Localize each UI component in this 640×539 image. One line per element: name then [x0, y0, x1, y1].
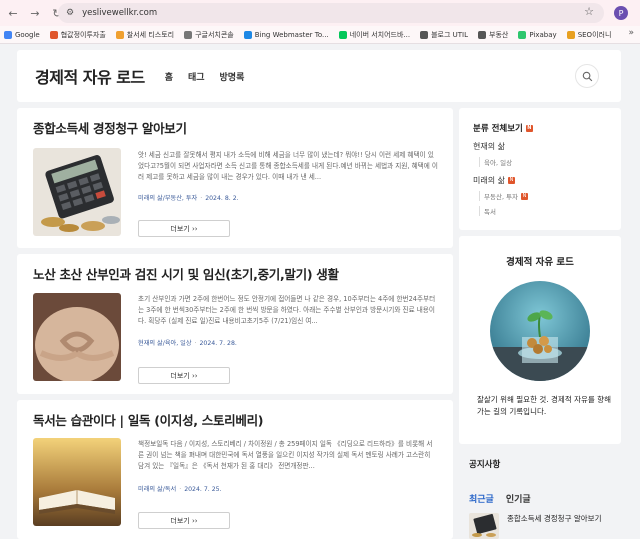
bookmark-item[interactable]: 부동산 — [478, 30, 508, 40]
post-excerpt: 앗! 세금 신고를 잘못해서 평지 내가 소득에 비해 세금을 너무 많이 냈는… — [138, 151, 438, 181]
category-future-life[interactable]: 미래의 삶N — [473, 175, 515, 186]
bookmarks-more-icon[interactable]: » — [628, 28, 634, 38]
read-more-button[interactable]: 더보기 ›› — [138, 220, 230, 237]
site-settings-icon[interactable]: ⚙ — [66, 8, 74, 18]
bookmark-label: 네이버 서치어드바... — [349, 30, 411, 39]
post-card: 노산 초산 산부인과 검진 시기 및 임신(초기,중기,말기) 생활 초기 산부… — [17, 254, 453, 394]
recent-post-item[interactable]: 종합소득세 경정청구 알아보기 — [469, 513, 619, 539]
bookmark-favicon-icon — [566, 30, 575, 39]
recent-post-thumbnail — [469, 513, 499, 539]
post-excerpt: 책정보일독 다음 / 이지성, 스토리베리 / 차이정원 / 총 259페이지 … — [138, 440, 433, 470]
blog-header: 경제적 자유 로드 홈 태그 방명록 — [17, 50, 621, 102]
post-thumbnail[interactable] — [33, 293, 121, 381]
forward-icon[interactable]: → — [26, 4, 44, 22]
url-text: yeslivewellkr.com — [82, 8, 158, 18]
post-title[interactable]: 독서는 습관이다 | 일독 (이지성, 스토리베리) — [33, 410, 264, 429]
post-date: 2024. 7. 28. — [199, 340, 237, 347]
post-date: 2024. 7. 25. — [184, 486, 222, 493]
menu-guestbook[interactable]: 방명록 — [220, 70, 245, 83]
bookmark-label: SEO이러니 — [577, 30, 612, 39]
bookmark-star-icon[interactable]: ☆ — [584, 5, 594, 18]
recent-post-title: 종합소득세 경정청구 알아보기 — [507, 514, 602, 523]
category-widget: 분류 전체보기 N 현재의 삶 육아, 일상 미래의 삶N 부동산, 투자 N 독서 — [459, 108, 621, 230]
bookmark-item[interactable]: 찰서세 티스토리 — [115, 30, 175, 40]
main-menu: 홈 태그 방명록 — [165, 70, 260, 83]
category-all[interactable]: 분류 전체보기 N — [473, 122, 533, 134]
profile-description: 잘살기 위해 필요한 것. 경제적 자유를 향해 가는 길의 기록입니다. — [477, 395, 611, 416]
bookmark-label: Bing Webmaster To... — [254, 30, 329, 39]
profile-title: 경제적 자유 로드 — [506, 257, 574, 268]
browser-toolbar: ← → ↻ ⚙ yeslivewellkr.com ☆ P — [0, 0, 640, 26]
bookmark-item[interactable]: SEO이러니 — [566, 30, 612, 40]
menu-home[interactable]: 홈 — [165, 70, 173, 83]
post-meta: 현재의 삶/육아, 일상 · 2024. 7. 28. — [138, 340, 237, 347]
new-badge-icon: N — [521, 192, 529, 200]
bookmark-item[interactable]: Pixabay — [518, 30, 557, 39]
search-button[interactable] — [575, 64, 599, 88]
bookmark-item[interactable]: 블로그 UTIL — [420, 30, 468, 40]
bookmark-label: 찰서세 티스토리 — [126, 30, 175, 39]
post-card: 독서는 습관이다 | 일독 (이지성, 스토리베리) 책정보일독 다음 / 이지… — [17, 400, 453, 539]
post-excerpt: 초기 산부인과 가면 2주에 한번어느 정도 안정기에 접어들면 나 같은 경우… — [138, 295, 436, 325]
post-date: 2024. 8. 2. — [205, 195, 239, 202]
bookmark-favicon-icon — [243, 30, 252, 39]
bookmark-label: Google — [15, 30, 40, 39]
post-title[interactable]: 종합소득세 경정청구 알아보기 — [33, 118, 187, 137]
profile-widget: 경제적 자유 로드 잘살기 위해 필요한 것. 경제적 자유를 향해 가는 길의… — [459, 236, 621, 444]
post-category[interactable]: 미래의 삶/부동산, 투자 — [138, 195, 197, 202]
subcategory-investment[interactable]: 부동산, 투자 N — [479, 191, 529, 201]
subcategory-reading[interactable]: 독서 — [479, 206, 496, 216]
bookmark-favicon-icon — [49, 30, 58, 39]
post-tabs: 최근글 인기글 — [469, 492, 531, 505]
bookmarks-bar: Google 협값정이투자출 찰서세 티스토리 구글서치콘솔 Bing Webmaste… — [0, 26, 640, 44]
bookmark-favicon-icon — [518, 30, 527, 39]
bookmark-item[interactable]: Bing Webmaster To... — [243, 30, 329, 39]
category-present-life[interactable]: 현재의 삶 — [473, 141, 505, 152]
post-thumbnail[interactable] — [33, 438, 121, 526]
bookmark-favicon-icon — [420, 30, 429, 39]
bookmark-favicon-icon — [478, 30, 487, 39]
notice-heading[interactable]: 공지사항 — [469, 458, 500, 470]
read-more-button[interactable]: 더보기 ›› — [138, 512, 230, 529]
tab-popular[interactable]: 인기글 — [506, 492, 531, 505]
bookmark-label: 블로그 UTIL — [431, 30, 469, 39]
category-all-label: 분류 전체보기 — [473, 124, 523, 134]
new-badge-icon: N — [507, 177, 515, 184]
category-future-label: 미래의 삶 — [473, 176, 505, 185]
bookmark-item[interactable]: 구글서치콘솔 — [184, 30, 234, 40]
new-badge-icon: N — [525, 124, 533, 132]
bookmark-label: 부동산 — [489, 30, 509, 39]
bookmark-favicon-icon — [184, 30, 193, 39]
site-title[interactable]: 경제적 자유 로드 — [35, 64, 145, 88]
search-icon — [582, 71, 592, 81]
subcategory-investment-label: 부동산, 투자 — [484, 193, 519, 201]
post-category[interactable]: 미래의 삶/독서 — [138, 486, 176, 493]
tab-recent[interactable]: 최근글 — [469, 492, 494, 505]
bookmark-favicon-icon — [4, 30, 12, 39]
profile-avatar[interactable]: P — [614, 6, 628, 20]
profile-image — [490, 281, 590, 381]
post-card: 종합소득세 경정청구 알아보기 앗! 세금 신고를 잘못해서 평지 내가 소득에… — [17, 108, 453, 248]
bookmark-item[interactable]: 협값정이투자출 — [49, 30, 106, 40]
bookmark-label: 협값정이투자출 — [60, 30, 106, 39]
back-icon[interactable]: ← — [4, 4, 22, 22]
bookmark-item[interactable]: 네이버 서치어드바... — [338, 30, 411, 40]
bookmark-item[interactable]: Google — [4, 30, 40, 39]
read-more-button[interactable]: 더보기 ›› — [138, 367, 230, 384]
post-meta: 미래의 삶/독서 · 2024. 7. 25. — [138, 486, 222, 493]
menu-tag[interactable]: 태그 — [188, 70, 205, 83]
post-category[interactable]: 현재의 삶/육아, 일상 — [138, 340, 192, 347]
post-meta: 미래의 삶/부동산, 투자 · 2024. 8. 2. — [138, 195, 239, 202]
bookmark-label: 구글서치콘솔 — [195, 30, 234, 39]
post-title[interactable]: 노산 초산 산부인과 검진 시기 및 임신(초기,중기,말기) 생활 — [33, 264, 339, 283]
bookmark-favicon-icon — [338, 30, 347, 39]
address-bar[interactable]: ⚙ yeslivewellkr.com ☆ — [58, 3, 604, 23]
bookmark-favicon-icon — [115, 30, 124, 39]
bookmark-label: Pixabay — [529, 30, 557, 39]
subcategory-parenting[interactable]: 육아, 일상 — [479, 157, 512, 167]
post-thumbnail[interactable] — [33, 148, 121, 236]
